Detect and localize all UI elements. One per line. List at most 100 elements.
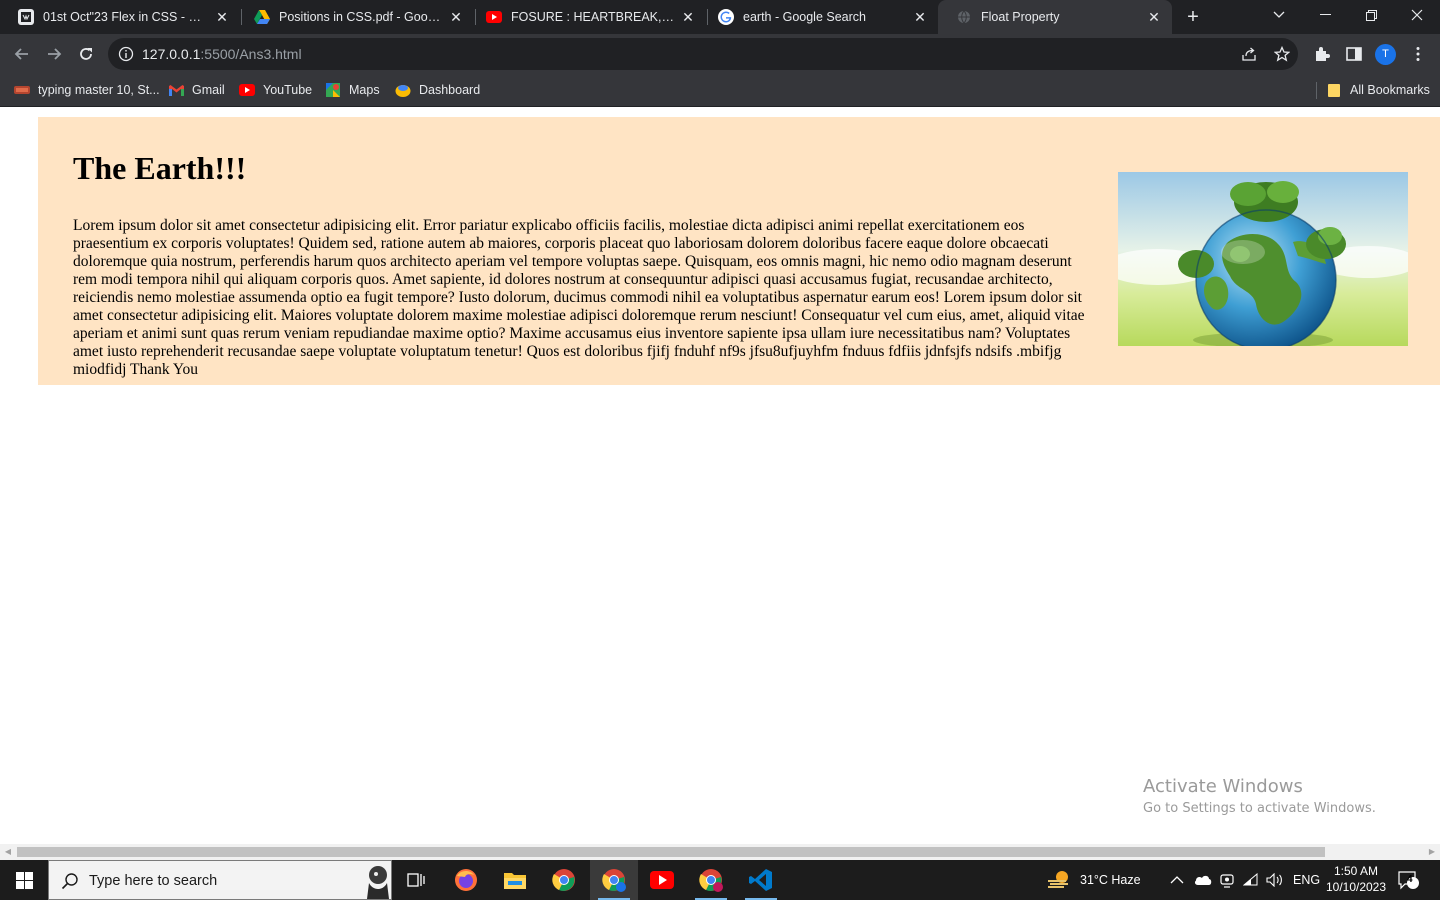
globe-icon [956, 9, 972, 25]
page-viewport: The Earth!!! Lorem ipsum dolor sit amet … [0, 108, 1440, 844]
scroll-right-arrow-icon[interactable]: ▶ [1427, 847, 1437, 857]
watermark-title: Activate Windows [1143, 776, 1303, 797]
tab-title: Positions in CSS.pdf - Google D [279, 10, 442, 24]
tab-title: Float Property [981, 10, 1060, 24]
dark-page-icon [18, 9, 34, 25]
taskbar-search-box[interactable]: Type here to search [48, 860, 392, 900]
tab-title: 01st Oct"23 Flex in CSS - Full St [43, 10, 208, 24]
bookmark-label: YouTube [263, 83, 313, 97]
tab-fosure-youtube[interactable]: FOSURE : HEARTBREAK, MADE ✕ [468, 0, 706, 34]
url-host: 127.0.0.1 [142, 46, 201, 62]
arrow-left-icon [14, 48, 28, 60]
notification-count: 4 [1407, 874, 1413, 885]
browser-toolbar: 127.0.0.1:5500/Ans3.html T [0, 34, 1440, 74]
bookmark-maps[interactable]: Maps [325, 82, 380, 98]
folder-icon [1326, 82, 1342, 98]
share-icon[interactable] [1241, 46, 1257, 62]
more-menu-icon[interactable] [1409, 45, 1427, 63]
task-view-button[interactable] [392, 860, 440, 900]
close-window-button[interactable] [1394, 0, 1440, 30]
google-icon [718, 9, 734, 25]
windows-taskbar: Type here to search 31°C Haze ENG 1:50 A… [0, 860, 1440, 900]
search-icon [61, 873, 78, 890]
forward-button[interactable] [39, 39, 69, 69]
clock[interactable]: 1:50 AM 10/10/2023 [1322, 863, 1390, 895]
scroll-left-arrow-icon[interactable]: ◀ [3, 847, 13, 857]
weather-widget[interactable]: 31°C Haze [1046, 860, 1141, 900]
horizontal-scrollbar[interactable]: ◀ ▶ [0, 844, 1440, 860]
chrome-icon [602, 869, 626, 892]
address-bar[interactable]: 127.0.0.1:5500/Ans3.html [108, 38, 1298, 70]
typing-master-icon [14, 82, 30, 98]
reload-button[interactable] [71, 39, 101, 69]
youtube-icon [239, 82, 255, 98]
back-button[interactable] [7, 39, 37, 69]
taskbar-youtube[interactable] [638, 860, 686, 900]
info-icon[interactable] [118, 46, 134, 62]
reload-icon [80, 48, 92, 60]
cloud-icon [1194, 875, 1212, 885]
taskbar-firefox[interactable] [442, 860, 490, 900]
activate-windows-watermark: Activate Windows Go to Settings to activ… [1143, 776, 1376, 816]
arrow-right-icon [48, 48, 62, 60]
close-icon[interactable]: ✕ [448, 9, 464, 25]
tab-strip: 01st Oct"23 Flex in CSS - Full St ✕ Posi… [0, 0, 1440, 34]
scrollbar-thumb[interactable] [17, 847, 1325, 857]
earth-section: The Earth!!! Lorem ipsum dolor sit amet … [38, 117, 1440, 385]
restore-icon [1365, 9, 1377, 21]
tab-search-button[interactable] [1256, 0, 1302, 30]
bookmark-label: Maps [349, 83, 380, 97]
tab-positions-pdf[interactable]: Positions in CSS.pdf - Google D ✕ [236, 0, 474, 34]
close-icon[interactable]: ✕ [912, 9, 928, 25]
all-bookmarks-button[interactable]: All Bookmarks [1326, 82, 1430, 98]
taskbar-chrome[interactable] [540, 860, 588, 900]
close-icon[interactable]: ✕ [214, 9, 230, 25]
gmail-icon [168, 82, 184, 98]
close-icon [1411, 9, 1423, 21]
speaker-icon [1266, 873, 1282, 887]
bookmark-gmail[interactable]: Gmail [168, 82, 225, 98]
taskbar-chrome-profile[interactable] [687, 860, 735, 900]
notifications-button[interactable]: 4 [1398, 860, 1420, 900]
all-bookmarks-label: All Bookmarks [1350, 83, 1430, 97]
taskbar-chrome-active[interactable] [590, 860, 638, 900]
bookmark-youtube[interactable]: YouTube [239, 82, 312, 98]
minimize-icon [1319, 14, 1331, 15]
search-placeholder: Type here to search [89, 873, 218, 889]
close-icon[interactable]: ✕ [680, 9, 696, 25]
restore-button[interactable] [1348, 0, 1394, 30]
google-drive-icon [254, 9, 270, 25]
tab-earth-search[interactable]: earth - Google Search ✕ [700, 0, 938, 34]
earth-paragraph: Lorem ipsum dolor sit amet consectetur a… [73, 217, 1085, 378]
onedrive-button[interactable] [1194, 860, 1212, 900]
youtube-app-icon [650, 871, 674, 889]
volume-button[interactable] [1266, 860, 1284, 900]
weather-text: 31°C Haze [1080, 873, 1141, 887]
star-icon[interactable] [1274, 46, 1290, 62]
bookmarks-bar: typing master 10, St... Gmail YouTube Ma… [0, 74, 1440, 107]
side-panel-icon[interactable] [1345, 45, 1363, 63]
meet-now-button[interactable] [1219, 860, 1235, 900]
search-highlight-icon [367, 866, 389, 899]
dashboard-icon [395, 82, 411, 98]
show-hidden-icons-button[interactable] [1170, 860, 1184, 900]
language-indicator[interactable]: ENG [1293, 860, 1320, 900]
taskbar-file-explorer[interactable] [491, 860, 539, 900]
start-button[interactable] [0, 860, 48, 900]
bookmark-typing-master[interactable]: typing master 10, St... [14, 82, 160, 98]
chrome-profile-icon [699, 869, 723, 892]
close-icon[interactable]: ✕ [1146, 9, 1162, 25]
profile-avatar[interactable]: T [1375, 44, 1396, 65]
new-tab-button[interactable]: + [1180, 4, 1206, 30]
taskbar-vscode[interactable] [737, 860, 785, 900]
tab-float-property[interactable]: Float Property ✕ [938, 0, 1172, 34]
earth-image [1118, 172, 1408, 346]
network-button[interactable] [1243, 860, 1259, 900]
tab-title: FOSURE : HEARTBREAK, MADE [511, 10, 674, 24]
tab-flex-css[interactable]: 01st Oct"23 Flex in CSS - Full St ✕ [0, 0, 240, 34]
clock-time: 1:50 AM [1333, 864, 1379, 878]
bookmark-dashboard[interactable]: Dashboard [395, 82, 480, 98]
extensions-icon[interactable] [1313, 45, 1331, 63]
file-explorer-icon [504, 873, 526, 889]
minimize-button[interactable] [1302, 0, 1348, 30]
